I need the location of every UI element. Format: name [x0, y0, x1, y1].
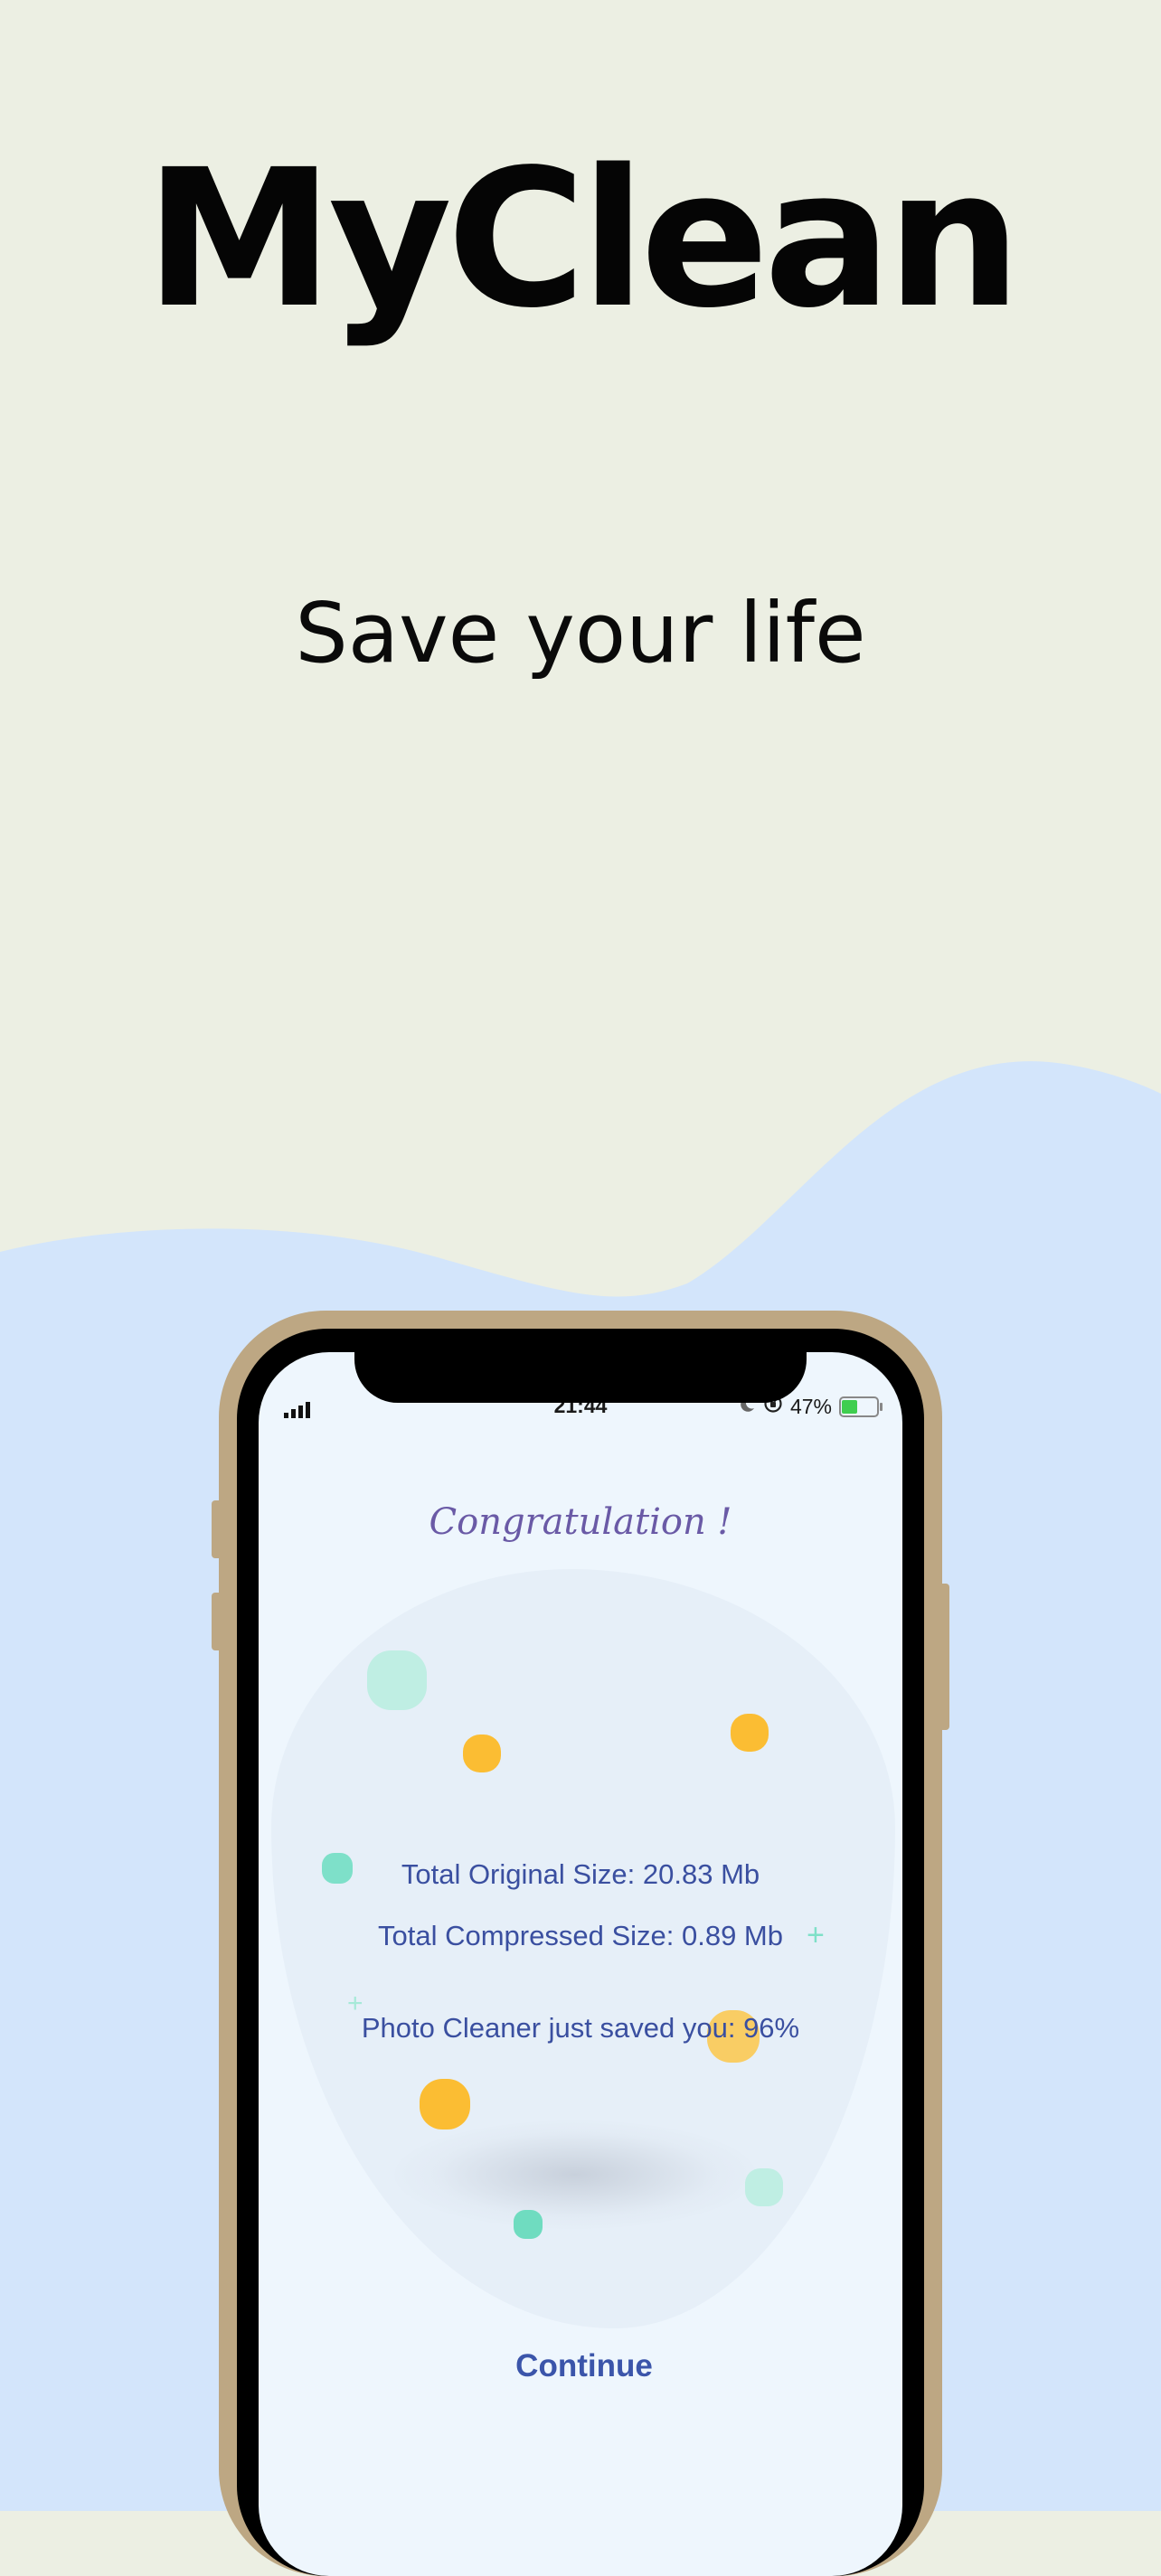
total-original-size: Total Original Size: 20.83 Mb — [401, 1858, 760, 1890]
confetti-yellow — [463, 1735, 501, 1772]
confetti-mint-pale — [745, 2168, 783, 2206]
card-shadow — [394, 2120, 756, 2229]
battery-level — [842, 1399, 857, 1414]
battery-icon — [839, 1396, 883, 1417]
total-compressed-size: Total Compressed Size: 0.89 Mb — [378, 1920, 783, 1951]
confetti-mint-large — [367, 1650, 427, 1710]
phone-screen: 21:44 47% Congratulation ! + + Total Ori… — [259, 1352, 902, 2576]
confetti-yellow — [731, 1714, 769, 1752]
continue-button[interactable]: Continue — [494, 2348, 675, 2384]
congratulation-heading: Congratulation ! — [429, 1501, 732, 1543]
phone-bezel: 21:44 47% Congratulation ! + + Total Ori… — [237, 1329, 924, 2576]
saved-percentage: Photo Cleaner just saved you: 96% — [361, 2012, 800, 2044]
confetti-yellow — [420, 2079, 470, 2129]
confetti-mint — [514, 2210, 543, 2239]
battery-percent: 47% — [789, 1394, 832, 1418]
phone-frame: 21:44 47% Congratulation ! + + Total Ori… — [219, 1311, 942, 2576]
notch — [354, 1352, 807, 1403]
